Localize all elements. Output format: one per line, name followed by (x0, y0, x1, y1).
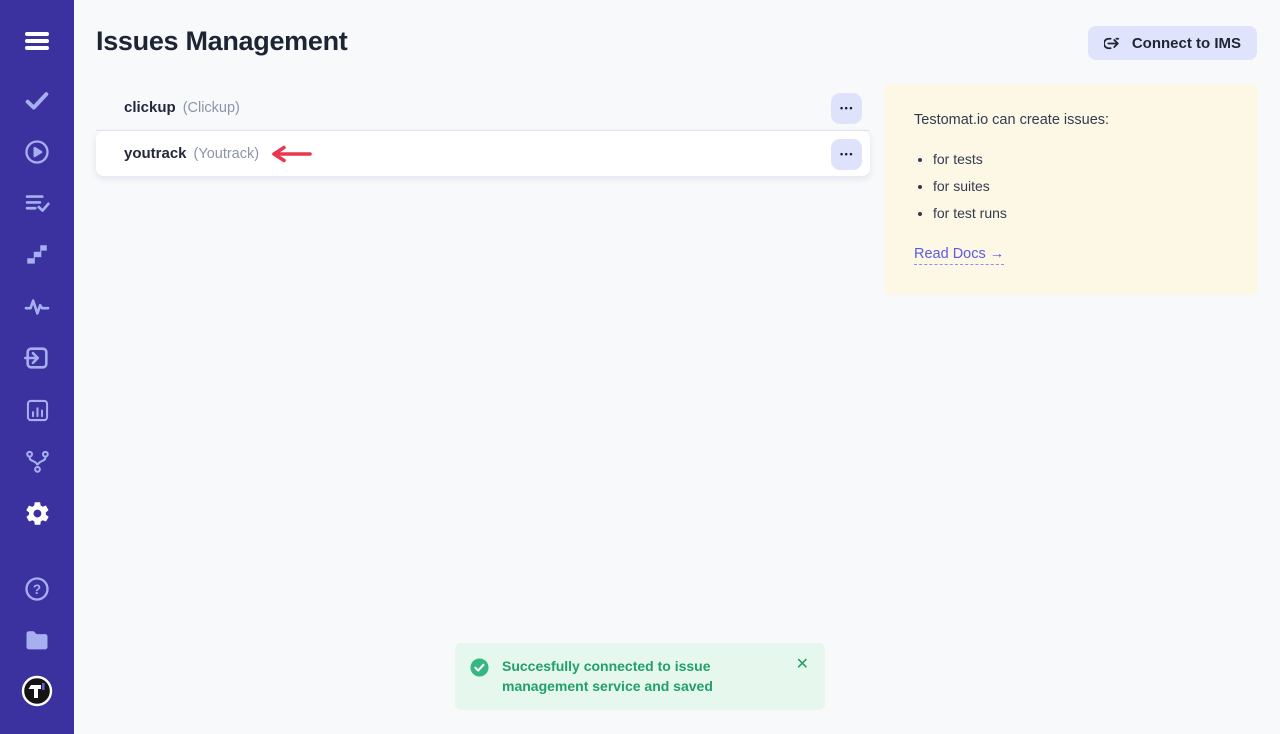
sidebar-item-analytics[interactable] (0, 394, 74, 426)
branch-icon (24, 448, 51, 475)
ims-row-youtrack[interactable]: youtrack (Youtrack) ••• (96, 131, 870, 177)
info-box: Testomat.io can create issues: for tests… (884, 84, 1258, 295)
ims-row-clickup[interactable]: clickup (Clickup) ••• (96, 85, 870, 131)
success-toast: Succesfully connected to issue managemen… (455, 643, 825, 710)
sidebar-item-test-plans[interactable] (0, 187, 74, 219)
ims-name: youtrack (124, 145, 187, 162)
sidebar: ? (0, 0, 74, 734)
toast-message: Succesfully connected to issue managemen… (502, 656, 754, 697)
page-title: Issues Management (96, 26, 348, 57)
sidebar-item-runs[interactable] (0, 136, 74, 168)
hamburger-menu-button[interactable] (0, 25, 74, 57)
logo-icon (21, 675, 53, 707)
row-menu-button[interactable]: ••• (831, 139, 862, 170)
check-icon (23, 86, 51, 114)
testomat-logo[interactable] (0, 675, 74, 707)
question-circle-icon: ? (23, 575, 51, 603)
list-check-icon (23, 189, 51, 217)
sidebar-item-branches[interactable] (0, 445, 74, 477)
ims-name: clickup (124, 99, 176, 116)
info-bullet: for test runs (933, 205, 1228, 221)
sidebar-item-projects[interactable] (0, 624, 74, 656)
sidebar-item-steps[interactable] (0, 239, 74, 271)
bar-chart-icon (24, 397, 51, 424)
sidebar-item-pulse[interactable] (0, 291, 74, 323)
gear-icon (24, 500, 51, 527)
info-bullet: for tests (933, 151, 1228, 167)
row-menu-button[interactable]: ••• (831, 93, 862, 124)
red-left-arrow-annotation (269, 145, 313, 163)
ims-provider: (Youtrack) (194, 146, 260, 162)
sidebar-item-import[interactable] (0, 342, 74, 374)
issues-management-page: ? Issues Management Connect to IMS cli (0, 0, 1280, 734)
info-bullet-list: for tests for suites for test runs (933, 151, 1228, 221)
sidebar-item-help[interactable]: ? (0, 573, 74, 605)
connect-button-label: Connect to IMS (1132, 35, 1241, 52)
info-bullet: for suites (933, 178, 1228, 194)
ims-provider: (Clickup) (183, 100, 240, 116)
success-check-icon (470, 658, 489, 682)
ims-list: clickup (Clickup) ••• youtrack (Youtrack… (96, 85, 870, 177)
read-docs-link[interactable]: Read Docs → (914, 246, 1004, 265)
folder-icon (23, 626, 51, 654)
question-glyph: ? (33, 582, 41, 597)
link-icon (1104, 36, 1123, 51)
info-box-title: Testomat.io can create issues: (914, 112, 1228, 128)
stairs-icon (24, 242, 50, 268)
sidebar-item-tests[interactable] (0, 84, 74, 116)
main-content: Issues Management Connect to IMS clickup… (74, 0, 1280, 734)
pulse-icon (23, 293, 51, 321)
hamburger-icon (22, 29, 52, 53)
sign-in-icon (23, 344, 51, 372)
connect-to-ims-button[interactable]: Connect to IMS (1088, 26, 1257, 60)
play-circle-icon (23, 138, 51, 166)
toast-close-button[interactable]: ✕ (796, 657, 809, 673)
sidebar-item-settings[interactable] (0, 497, 74, 529)
